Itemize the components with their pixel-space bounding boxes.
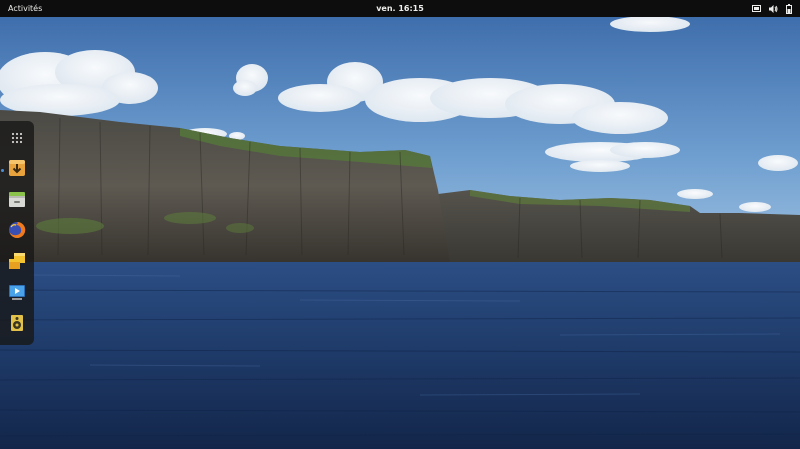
- download-installer-icon: [8, 159, 26, 181]
- system-status-area[interactable]: [752, 0, 792, 17]
- dash-item-audio-player[interactable]: [3, 311, 31, 339]
- speaker-icon: [8, 314, 26, 336]
- clock[interactable]: ven. 16:15: [376, 0, 424, 17]
- activities-button[interactable]: Activités: [0, 0, 50, 17]
- software-boxes-icon: [8, 252, 26, 274]
- dash: [0, 121, 34, 345]
- app-grid-icon: [11, 129, 23, 148]
- desktop-wallpaper: [0, 0, 800, 449]
- dash-item-software-boxes[interactable]: [3, 249, 31, 277]
- dash-item-video-player[interactable]: [3, 280, 31, 308]
- battery-icon: [786, 3, 792, 14]
- dash-item-firefox[interactable]: [3, 218, 31, 246]
- volume-icon: [769, 4, 778, 13]
- firefox-icon: [8, 221, 26, 243]
- top-bar: Activités ven. 16:15: [0, 0, 800, 17]
- dash-item-software-installer[interactable]: [3, 156, 31, 184]
- display-icon: [752, 4, 761, 13]
- dash-item-file-manager[interactable]: [3, 187, 31, 215]
- show-applications-button[interactable]: [3, 124, 31, 152]
- files-drawer-icon: [8, 190, 26, 212]
- desktop: Activités ven. 16:15: [0, 0, 800, 449]
- video-player-icon: [8, 283, 26, 305]
